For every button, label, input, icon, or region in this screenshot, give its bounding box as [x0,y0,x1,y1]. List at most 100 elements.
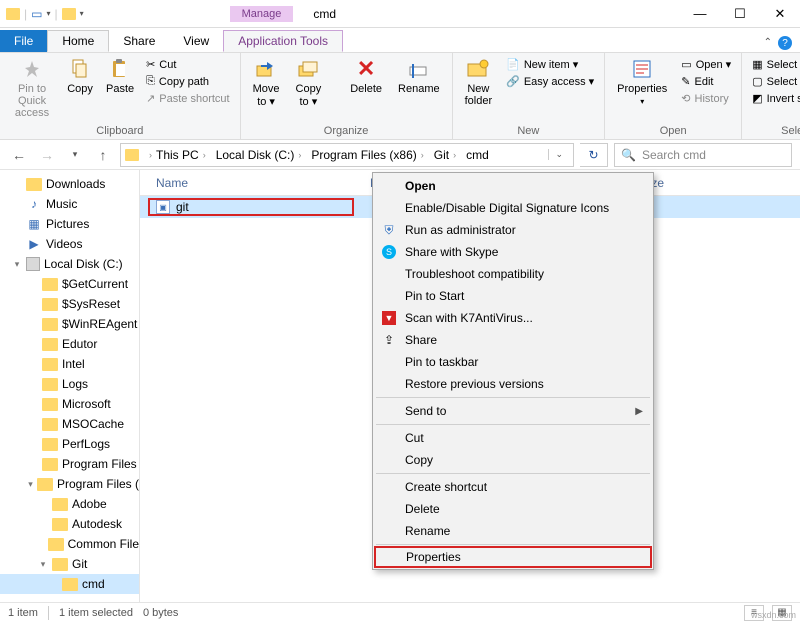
file-list[interactable]: Name Date modified Type Size ▣ git 0 KB … [140,170,800,602]
crumb[interactable]: Local Disk (C:) [216,148,295,162]
context-menu-item[interactable]: Restore previous versions [375,373,651,395]
context-menu-item[interactable]: Send to▶ [375,400,651,422]
nav-forward-button[interactable]: → [36,144,58,166]
refresh-button[interactable]: ↻ [580,143,608,167]
context-menu-item[interactable]: Pin to taskbar [375,351,651,373]
tree-node[interactable]: $GetCurrent [0,274,139,294]
tree-node[interactable]: Common File [0,534,139,554]
pin-to-quick-access-button[interactable]: Pin to Quick access [6,55,58,121]
folder-icon [48,538,64,551]
tree-node[interactable]: ▶Videos [0,234,139,254]
context-menu-item[interactable]: Enable/Disable Digital Signature Icons [375,197,651,219]
tab-share[interactable]: Share [109,30,169,52]
context-menu-item[interactable]: Rename [375,520,651,542]
tree-node[interactable]: Microsoft [0,394,139,414]
new-folder-button[interactable]: New folder [459,55,499,109]
paste-shortcut-button[interactable]: ↗Paste shortcut [142,91,234,106]
context-menu-item[interactable]: Open [375,175,651,197]
select-all-button[interactable]: ▦Select all [748,57,800,72]
tab-file[interactable]: File [0,30,47,52]
tree-node[interactable]: PerfLogs [0,434,139,454]
context-menu-item[interactable]: Troubleshoot compatibility [375,263,651,285]
close-button[interactable]: ✕ [760,0,800,28]
context-menu-item[interactable]: ⛨Run as administrator [375,219,651,241]
easy-access-button[interactable]: 🔗Easy access ▾ [502,74,598,89]
qat-save-icon[interactable]: ▭ [31,7,42,21]
qat-chev[interactable]: ▾ [80,9,84,18]
paste-icon [108,57,132,81]
crumb[interactable]: cmd [466,148,489,162]
ribbon-collapse-icon[interactable]: ⌃ [764,37,772,48]
delete-button[interactable]: ✕ Delete [344,55,388,97]
context-menu-item[interactable]: Delete [375,498,651,520]
folder-icon [42,338,58,351]
properties-button[interactable]: Properties▾ [611,55,673,108]
tab-view[interactable]: View [169,30,223,52]
nav-recent-button[interactable]: ▾ [64,144,86,166]
tree-node[interactable]: $WinREAgent [0,314,139,334]
minimize-button[interactable]: — [680,0,720,28]
paste-button[interactable]: Paste [102,55,138,97]
copy-to-button[interactable]: Copy to ▾ [290,55,328,110]
context-menu-item[interactable]: ▼Scan with K7AntiVirus... [375,307,651,329]
tree-node[interactable]: ▾Local Disk (C:) [0,254,139,274]
qat-undo-icon[interactable]: ▾ [46,9,50,18]
tree-node[interactable]: Edutor [0,334,139,354]
tree-node[interactable]: Adobe [0,494,139,514]
ribbon-context-tab[interactable]: Manage [230,6,294,22]
invert-selection-button[interactable]: ◩Invert selection [748,91,800,106]
col-name[interactable]: Name [140,176,370,190]
cut-button[interactable]: ✂Cut [142,57,234,72]
crumb[interactable]: Program Files (x86) [311,148,416,162]
copy-path-button[interactable]: ⎘Copy path [142,74,234,89]
tree-node[interactable]: ▾Program Files ( [0,474,139,494]
rename-button[interactable]: Rename [392,55,446,97]
tree-node[interactable]: MSOCache [0,414,139,434]
group-label: Organize [247,124,446,139]
tab-home[interactable]: Home [47,30,109,52]
tree-node[interactable]: Intel [0,354,139,374]
tree-node[interactable]: ♪Music [0,194,139,214]
nav-tree[interactable]: Downloads♪Music▦Pictures▶Videos▾Local Di… [0,170,140,602]
tree-node[interactable]: cmd [0,574,139,594]
file-name-cell[interactable]: ▣ git [148,198,354,216]
group-label: Open [611,124,735,139]
help-icon[interactable]: ? [778,36,792,50]
status-bytes: 0 bytes [143,607,178,619]
tree-node[interactable]: ▾Git [0,554,139,574]
history-button[interactable]: ⟲History [677,91,735,106]
edit-button[interactable]: ✎Edit [677,74,735,89]
context-menu-item[interactable]: Create shortcut [375,476,651,498]
tree-node[interactable]: Logs [0,374,139,394]
context-menu-item[interactable]: ⇪Share [375,329,651,351]
context-menu-item[interactable]: Copy [375,449,651,471]
tree-node[interactable]: Program Files [0,454,139,474]
context-menu-item[interactable]: Pin to Start [375,285,651,307]
new-item-button[interactable]: 📄New item ▾ [502,57,598,72]
tree-node[interactable]: ▦Pictures [0,214,139,234]
copy-button[interactable]: Copy [62,55,98,97]
watermark: wsxdn.com [751,610,796,620]
folder-icon [52,498,68,511]
breadcrumb-dropdown[interactable]: ⌄ [548,149,569,160]
maximize-button[interactable]: ☐ [720,0,760,28]
move-to-button[interactable]: Move to ▾ [247,55,286,110]
k7-icon: ▼ [381,310,397,326]
search-input[interactable]: 🔍 Search cmd [614,143,792,167]
tree-node[interactable]: $SysReset [0,294,139,314]
music-icon: ♪ [26,197,42,211]
context-menu-item[interactable]: Cut [375,427,651,449]
context-menu-item[interactable]: SShare with Skype [375,241,651,263]
tree-node[interactable]: Downloads [0,174,139,194]
tab-application-tools[interactable]: Application Tools [223,30,343,52]
nav-up-button[interactable]: ↑ [92,144,114,166]
crumb[interactable]: This PC [156,148,199,162]
nav-back-button[interactable]: ← [8,144,30,166]
open-button[interactable]: ▭Open ▾ [677,57,735,72]
folder-icon [42,358,58,371]
breadcrumb[interactable]: ›This PC› Local Disk (C:)› Program Files… [120,143,574,167]
crumb[interactable]: Git [434,148,449,162]
context-menu-item[interactable]: Properties [374,546,652,568]
tree-node[interactable]: Autodesk [0,514,139,534]
select-none-button[interactable]: ▢Select none [748,74,800,89]
